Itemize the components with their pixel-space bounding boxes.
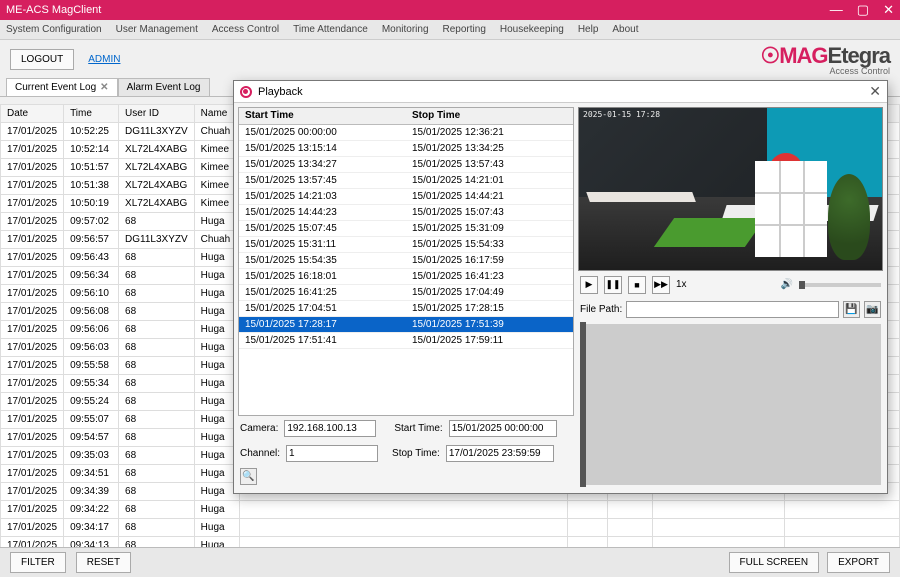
menu-access-control[interactable]: Access Control (212, 24, 279, 35)
brand-logo: ☉MAGEtegra Access Control (760, 44, 890, 74)
snapshot-icon[interactable]: 📷 (864, 301, 881, 318)
recording-row[interactable]: 15/01/2025 15:31:1115/01/2025 15:54:33 (239, 236, 573, 252)
recording-row[interactable]: 15/01/2025 14:44:2315/01/2025 15:07:43 (239, 204, 573, 220)
video-timestamp: 2025-01-15 17:28 (583, 110, 660, 119)
full-screen-button[interactable]: FULL SCREEN (729, 552, 820, 573)
col-start-time[interactable]: Start Time (239, 108, 406, 124)
recording-row[interactable]: 15/01/2025 13:57:4515/01/2025 14:21:01 (239, 172, 573, 188)
bg-col-0[interactable]: Date (1, 105, 64, 123)
close-icon[interactable]: ✕ (883, 2, 894, 18)
camera-select[interactable] (284, 420, 376, 437)
recording-row[interactable]: 15/01/2025 13:34:2715/01/2025 13:57:43 (239, 156, 573, 172)
tab-alarm-event-log[interactable]: Alarm Event Log (118, 78, 210, 96)
reset-button[interactable]: RESET (76, 552, 131, 573)
volume-slider[interactable] (799, 283, 881, 287)
stop-time-label: Stop Time: (392, 448, 440, 459)
recording-row[interactable]: 15/01/2025 17:51:4115/01/2025 17:59:11 (239, 332, 573, 348)
fast-forward-button[interactable]: ▶▶ (652, 276, 670, 294)
recording-row[interactable]: 15/01/2025 17:28:1715/01/2025 17:51:39 (239, 316, 573, 332)
start-time-input[interactable] (449, 420, 557, 437)
menu-housekeeping[interactable]: Housekeeping (500, 24, 564, 35)
dialog-title: Playback (258, 86, 303, 98)
recording-row[interactable]: 15/01/2025 17:04:5115/01/2025 17:28:15 (239, 300, 573, 316)
footer-bar: FILTER RESET FULL SCREEN EXPORT (0, 547, 900, 577)
pause-button[interactable]: ❚❚ (604, 276, 622, 294)
recording-row[interactable]: 15/01/2025 15:54:3515/01/2025 16:17:59 (239, 252, 573, 268)
table-row[interactable]: 17/01/202509:34:1768Huga (1, 519, 900, 537)
table-row[interactable]: 17/01/202509:34:1368Huga (1, 537, 900, 548)
channel-select[interactable] (286, 445, 378, 462)
tab-close-icon[interactable]: ✕ (100, 82, 108, 93)
logout-button[interactable]: LOGOUT (10, 49, 74, 70)
save-file-icon[interactable]: 💾 (843, 301, 860, 318)
recording-row[interactable]: 15/01/2025 00:00:0015/01/2025 12:36:21 (239, 124, 573, 140)
recording-row[interactable]: 15/01/2025 16:18:0115/01/2025 16:41:23 (239, 268, 573, 284)
menu-system-configuration[interactable]: System Configuration (6, 24, 102, 35)
video-preview[interactable]: 2025-01-15 17:28 (578, 107, 883, 271)
table-row[interactable]: 17/01/202509:34:2268Huga (1, 501, 900, 519)
menu-time-attendance[interactable]: Time Attendance (293, 24, 368, 35)
camera-label: Camera: (240, 423, 278, 434)
menu-monitoring[interactable]: Monitoring (382, 24, 429, 35)
recording-row[interactable]: 15/01/2025 15:07:4515/01/2025 15:31:09 (239, 220, 573, 236)
file-path-label: File Path: (580, 304, 622, 315)
menu-user-management[interactable]: User Management (116, 24, 198, 35)
channel-label: Channel: (240, 448, 280, 459)
dialog-close-icon[interactable]: ✕ (869, 83, 881, 100)
search-button[interactable]: 🔍 (240, 468, 257, 485)
menu-help[interactable]: Help (578, 24, 599, 35)
start-time-label: Start Time: (394, 423, 442, 434)
recording-row[interactable]: 15/01/2025 14:21:0315/01/2025 14:44:21 (239, 188, 573, 204)
play-button[interactable]: ▶ (580, 276, 598, 294)
export-button[interactable]: EXPORT (827, 552, 890, 573)
recording-row[interactable]: 15/01/2025 16:41:2515/01/2025 17:04:49 (239, 284, 573, 300)
tab-current-event-log[interactable]: Current Event Log ✕ (6, 78, 118, 96)
bg-col-2[interactable]: User ID (119, 105, 195, 123)
maximize-icon[interactable]: ▢ (857, 2, 869, 18)
stop-time-input[interactable] (446, 445, 554, 462)
filter-button[interactable]: FILTER (10, 552, 66, 573)
minimize-icon[interactable]: — (830, 2, 843, 18)
recording-list[interactable]: Start Time Stop Time 15/01/2025 00:00:00… (238, 107, 574, 416)
player-controls: ▶ ❚❚ ■ ▶▶ 1x 🔊 (578, 271, 883, 299)
stop-button[interactable]: ■ (628, 276, 646, 294)
playback-icon (240, 86, 252, 98)
playback-progress[interactable] (580, 324, 881, 486)
recording-row[interactable]: 15/01/2025 13:15:1415/01/2025 13:34:25 (239, 140, 573, 156)
app-title: ME-ACS MagClient (6, 4, 101, 16)
toolbar: LOGOUT ADMIN ☉MAGEtegra Access Control (0, 40, 900, 78)
playback-dialog: Playback ✕ Start Time Stop Time 15/01/20… (233, 80, 888, 494)
col-stop-time[interactable]: Stop Time (406, 108, 573, 124)
titlebar: ME-ACS MagClient — ▢ ✕ (0, 0, 900, 20)
speed-label: 1x (676, 279, 687, 290)
menu-reporting[interactable]: Reporting (443, 24, 486, 35)
file-path-input[interactable] (626, 301, 839, 318)
bg-col-1[interactable]: Time (64, 105, 119, 123)
menubar: System Configuration User Management Acc… (0, 20, 900, 40)
dialog-titlebar[interactable]: Playback ✕ (234, 81, 887, 103)
volume-icon[interactable]: 🔊 (781, 279, 793, 290)
admin-link[interactable]: ADMIN (88, 54, 120, 65)
menu-about[interactable]: About (612, 24, 638, 35)
